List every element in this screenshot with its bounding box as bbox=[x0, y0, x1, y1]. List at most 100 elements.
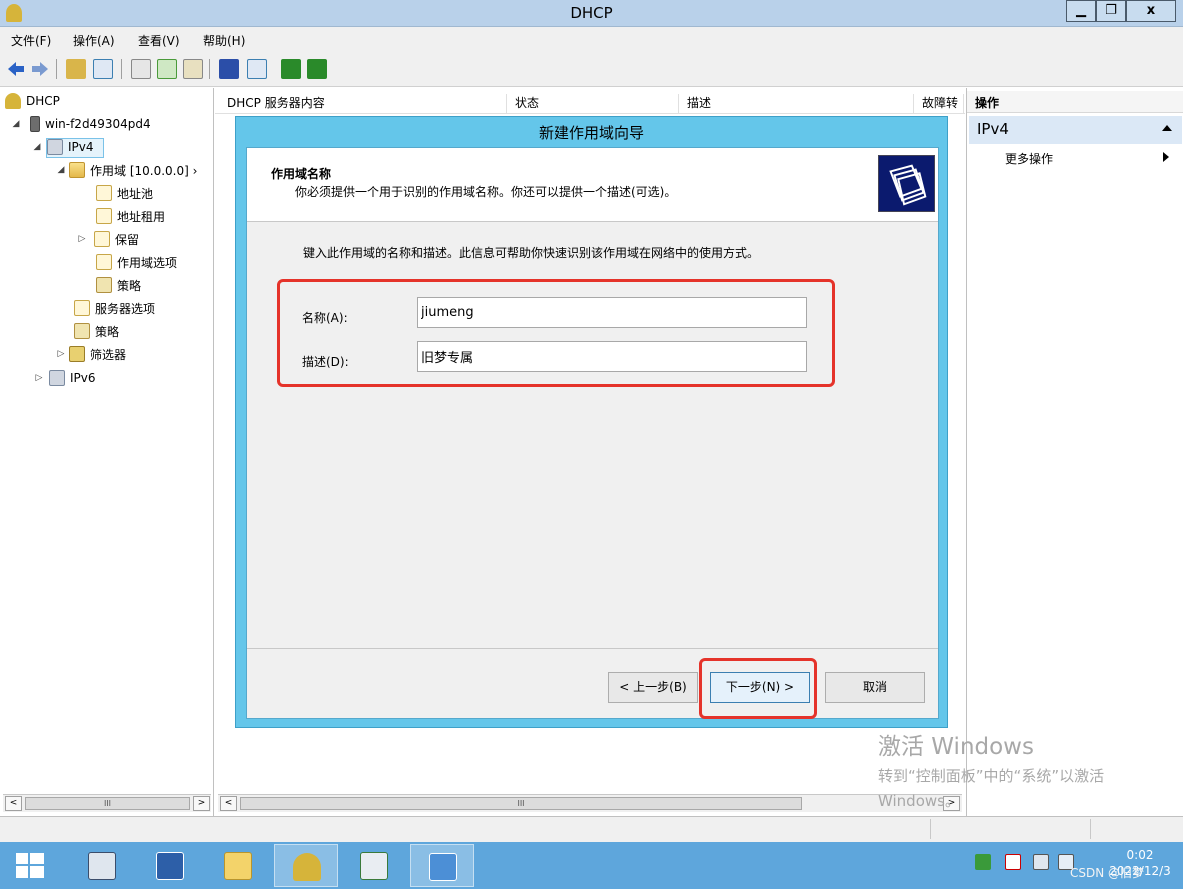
tree-item-filters[interactable]: ▷ 筛选器 bbox=[55, 343, 126, 365]
tree-item-policies[interactable]: 策略 bbox=[96, 274, 141, 296]
status-bar bbox=[0, 816, 1183, 842]
minimize-button[interactable]: ▁ bbox=[1066, 0, 1096, 22]
windows-logo-icon bbox=[16, 853, 44, 878]
new-scope-wizard-dialog: 新建作用域向导 作用域名称 你必须提供一个用于识别的作用域名称。你还可以提供一个… bbox=[235, 116, 948, 728]
folder-icon bbox=[69, 162, 85, 178]
server-icon bbox=[30, 116, 40, 132]
tray-network-icon[interactable] bbox=[1033, 854, 1049, 870]
menu-bar: 文件(F) 操作(A) 查看(V) 帮助(H) bbox=[0, 27, 1183, 51]
back-arrow-icon[interactable] bbox=[6, 59, 26, 79]
back-button[interactable]: < 上一步(B) bbox=[608, 672, 698, 703]
reservations-icon bbox=[94, 231, 110, 247]
start-button[interactable] bbox=[0, 844, 64, 887]
column-header: DHCP 服务器内容 状态 描述 故障转 bbox=[215, 91, 965, 114]
properties-icon[interactable] bbox=[131, 59, 151, 79]
close-button[interactable]: x bbox=[1126, 0, 1176, 22]
column-status[interactable]: 状态 bbox=[507, 94, 679, 114]
expand-icon[interactable]: ▷ bbox=[33, 373, 45, 383]
name-label: 名称(A): bbox=[302, 311, 348, 325]
column-failover[interactable]: 故障转 bbox=[914, 94, 964, 114]
menu-file[interactable]: 文件(F) bbox=[11, 32, 51, 49]
scroll-thumb[interactable]: III bbox=[25, 797, 190, 810]
ipv4-icon bbox=[47, 139, 63, 155]
taskbar-control-panel[interactable] bbox=[410, 844, 474, 887]
more-actions-item[interactable]: 更多操作 bbox=[1005, 150, 1053, 167]
collapse-icon[interactable]: ◢ bbox=[31, 142, 43, 152]
tree-item-ipv6[interactable]: ▷ IPv6 bbox=[33, 367, 96, 389]
tree-item-address-pool[interactable]: 地址池 bbox=[96, 182, 153, 204]
taskbar-powershell[interactable] bbox=[138, 844, 202, 887]
network-icon bbox=[360, 852, 388, 880]
taskbar-server-manager[interactable] bbox=[70, 844, 134, 887]
policies-icon bbox=[74, 323, 90, 339]
tree-item-scope-options[interactable]: 作用域选项 bbox=[96, 251, 177, 273]
export-list-icon[interactable] bbox=[183, 59, 203, 79]
tray-security-icon[interactable] bbox=[975, 854, 991, 870]
expand-icon[interactable]: ▷ bbox=[76, 234, 88, 244]
cancel-button[interactable]: 取消 bbox=[825, 672, 925, 703]
menu-view[interactable]: 查看(V) bbox=[138, 32, 180, 49]
tree-item-policies-server[interactable]: 策略 bbox=[74, 320, 119, 342]
ipv6-icon bbox=[49, 370, 65, 386]
tree-item-server[interactable]: ◢ win-f2d49304pd4 bbox=[10, 113, 151, 135]
policies-icon bbox=[96, 277, 112, 293]
refresh-icon[interactable] bbox=[157, 59, 177, 79]
taskbar-network[interactable] bbox=[342, 844, 406, 887]
tree-item-address-leases[interactable]: 地址租用 bbox=[96, 205, 165, 227]
wizard-subheading: 你必须提供一个用于识别的作用域名称。你还可以提供一个描述(可选)。 bbox=[295, 185, 677, 199]
console-tree: DHCP ◢ win-f2d49304pd4 ◢ IPv4 ◢ 作用域 [10.… bbox=[0, 88, 214, 816]
scroll-left-icon[interactable]: < bbox=[220, 796, 237, 811]
scope-description-input[interactable] bbox=[417, 341, 807, 372]
tree-item-dhcp[interactable]: DHCP bbox=[5, 90, 60, 112]
menu-help[interactable]: 帮助(H) bbox=[203, 32, 245, 49]
up-folder-icon[interactable] bbox=[66, 59, 86, 79]
scroll-left-icon[interactable]: < bbox=[5, 796, 22, 811]
collapse-icon[interactable]: ◢ bbox=[55, 165, 67, 175]
help-icon[interactable] bbox=[219, 59, 239, 79]
taskbar: 0:02 2022/12/3 CSDN @旧梦 bbox=[0, 842, 1183, 889]
wizard-instruction: 键入此作用域的名称和描述。此信息可帮助你快速识别该作用域在网络中的使用方式。 bbox=[303, 246, 760, 260]
actions-header: 操作 bbox=[967, 91, 1183, 113]
scroll-right-icon[interactable]: > bbox=[193, 796, 210, 811]
server-status-icon[interactable] bbox=[281, 59, 301, 79]
actions-section-ipv4[interactable]: IPv4 bbox=[969, 116, 1182, 144]
powershell-icon bbox=[156, 852, 184, 880]
scope-folders-icon bbox=[878, 155, 935, 212]
server-options-icon bbox=[74, 300, 90, 316]
filter-icon bbox=[69, 346, 85, 362]
list-horizontal-scrollbar[interactable]: < III > bbox=[218, 794, 962, 812]
wizard-header: 作用域名称 你必须提供一个用于识别的作用域名称。你还可以提供一个描述(可选)。 bbox=[247, 148, 938, 222]
server-manager-icon bbox=[88, 852, 116, 880]
add-server-icon[interactable] bbox=[307, 59, 327, 79]
expand-icon[interactable]: ▷ bbox=[55, 349, 67, 359]
tree-item-scope[interactable]: ◢ 作用域 [10.0.0.0] › bbox=[55, 159, 197, 181]
taskbar-file-explorer[interactable] bbox=[206, 844, 270, 887]
wizard-heading: 作用域名称 bbox=[271, 167, 332, 181]
toolbar bbox=[0, 51, 1183, 87]
collapse-icon[interactable]: ◢ bbox=[10, 119, 22, 129]
tray-flag-icon[interactable] bbox=[1005, 854, 1021, 870]
restore-button[interactable]: ❐ bbox=[1096, 0, 1126, 22]
activation-watermark: 激活 Windows 转到“控制面板”中的“系统”以激活 Windows。 bbox=[878, 734, 1105, 810]
scroll-thumb[interactable]: III bbox=[240, 797, 802, 810]
taskbar-dhcp[interactable] bbox=[274, 844, 338, 887]
tree-item-ipv4[interactable]: ◢ IPv4 bbox=[31, 136, 94, 158]
column-description[interactable]: 描述 bbox=[679, 94, 914, 114]
tree-horizontal-scrollbar[interactable]: < III > bbox=[3, 794, 211, 812]
file-explorer-icon bbox=[224, 852, 252, 880]
scope-name-input[interactable] bbox=[417, 297, 807, 328]
address-pool-icon bbox=[96, 185, 112, 201]
tree-item-reservations[interactable]: ▷ 保留 bbox=[76, 228, 139, 250]
forward-arrow-icon[interactable] bbox=[30, 59, 50, 79]
dhcp-icon bbox=[5, 93, 21, 109]
scope-options-icon bbox=[96, 254, 112, 270]
show-action-pane-icon[interactable] bbox=[247, 59, 267, 79]
address-leases-icon bbox=[96, 208, 112, 224]
show-tree-icon[interactable] bbox=[93, 59, 113, 79]
menu-action[interactable]: 操作(A) bbox=[73, 32, 115, 49]
next-button[interactable]: 下一步(N) > bbox=[710, 672, 810, 703]
collapse-caret-icon[interactable] bbox=[1162, 125, 1172, 131]
column-content[interactable]: DHCP 服务器内容 bbox=[219, 94, 507, 114]
tree-item-server-options[interactable]: 服务器选项 bbox=[74, 297, 155, 319]
window-title: DHCP bbox=[570, 4, 613, 22]
